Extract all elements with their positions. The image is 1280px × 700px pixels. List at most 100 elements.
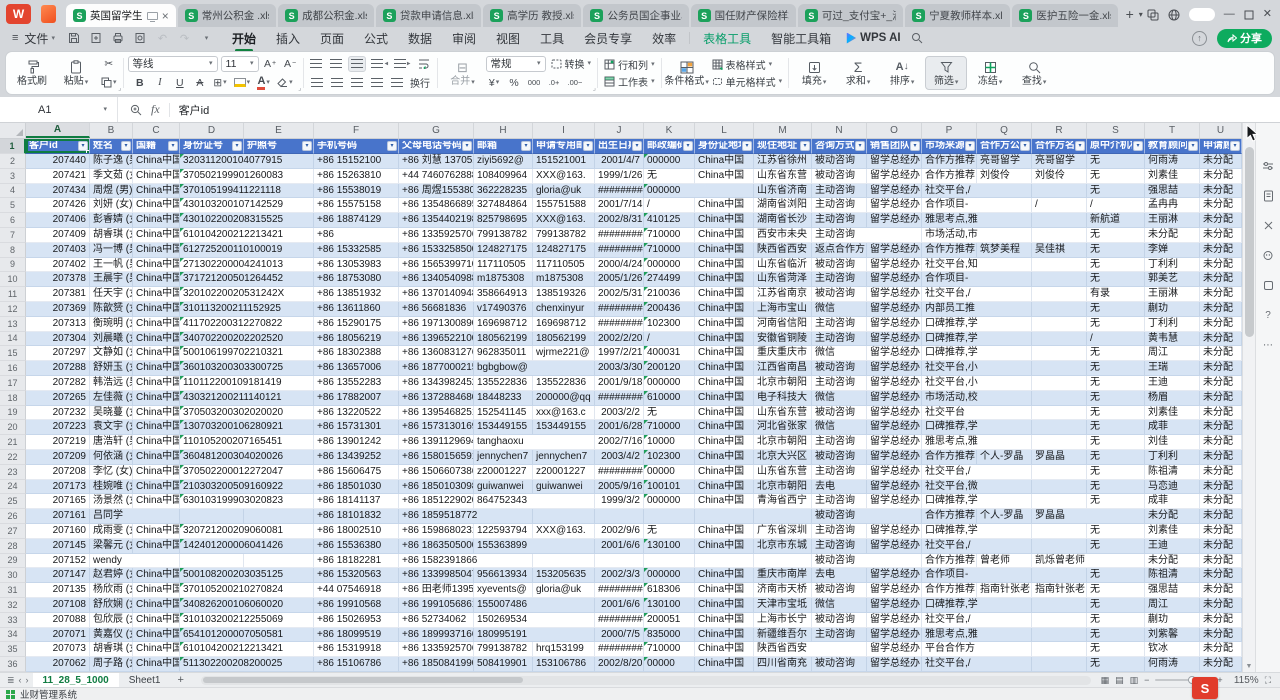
filter-dropdown-icon[interactable]: ▾ [1075, 141, 1085, 151]
decrease-font-icon[interactable]: A− [282, 56, 299, 72]
cell[interactable]: 刘素佳 [1145, 524, 1200, 539]
cell[interactable]: 无 [1087, 317, 1145, 332]
cell[interactable]: z20001227 [533, 465, 595, 480]
cell[interactable]: 未分配 [1200, 583, 1242, 598]
cell[interactable]: 274499 [644, 272, 695, 287]
cell[interactable]: 未分配 [1200, 598, 1242, 613]
cell[interactable]: 主动咨询 [812, 272, 867, 287]
cell[interactable]: 安徽省铜陵 [754, 332, 812, 347]
row-header[interactable]: 8 [0, 243, 26, 258]
cell[interactable]: 未分配 [1200, 554, 1242, 569]
cell[interactable]: 主动咨询 [812, 198, 867, 213]
cell[interactable]: 韩浩远 (男 [90, 376, 133, 391]
cell[interactable]: 口碑推荐,学 [922, 598, 977, 613]
cell[interactable]: 合作项目- [922, 198, 977, 213]
cell[interactable] [644, 509, 695, 524]
cell[interactable]: 200436 [644, 302, 695, 317]
cell[interactable]: 雅思考点,雅 [922, 213, 977, 228]
cell[interactable]: China中国 [695, 568, 754, 583]
cell[interactable]: 2005/9/16 [595, 480, 644, 495]
cell[interactable]: China中国 [695, 243, 754, 258]
cell[interactable]: ######### [595, 302, 644, 317]
page-break-view-icon[interactable]: ▥ [1130, 675, 1139, 686]
cell[interactable] [977, 465, 1032, 480]
cell[interactable]: 个人-罗晶 [977, 509, 1032, 524]
cell[interactable]: 个人-罗晶 [977, 450, 1032, 465]
cell[interactable]: 何雨涛 [1145, 154, 1200, 169]
cell[interactable] [977, 657, 1032, 672]
row-header[interactable]: 7 [0, 228, 26, 243]
file-tab[interactable]: S常州公积金 .xlsx [178, 4, 276, 27]
cell[interactable] [1032, 598, 1087, 613]
cell[interactable]: 合作方推荐 [922, 243, 977, 258]
cell[interactable]: 河南省信阳 [754, 317, 812, 332]
cell[interactable]: 陈子逸 (男 [90, 154, 133, 169]
cell[interactable]: China中国 [133, 213, 180, 228]
zoom-out-icon[interactable]: − [1144, 675, 1149, 685]
cell[interactable]: China中国 [133, 465, 180, 480]
cell[interactable]: 2001/9/18 [595, 376, 644, 391]
cell[interactable]: 王丽淋 [1145, 213, 1200, 228]
cell[interactable]: 留学总经办 [867, 346, 922, 361]
cell[interactable]: +86 18501030 [314, 480, 399, 495]
column-header-Q[interactable]: Q [977, 123, 1032, 138]
cell[interactable]: China中国 [695, 494, 754, 509]
cell[interactable]: 何雨涛 [1145, 657, 1200, 672]
cell[interactable]: 无 [1087, 361, 1145, 376]
row-header[interactable]: 31 [0, 583, 26, 598]
cell[interactable]: 合作方推荐 [922, 450, 977, 465]
cell[interactable]: gloria@uk [533, 583, 595, 598]
cell[interactable]: 天津市宝坻 [754, 598, 812, 613]
column-header-O[interactable]: O [867, 123, 922, 138]
cell[interactable]: China中国 [133, 198, 180, 213]
row-header[interactable]: 34 [0, 628, 26, 643]
cell[interactable]: 未分配 [1145, 509, 1200, 524]
cell[interactable]: 王一帆 (男 [90, 258, 133, 273]
cell[interactable]: XXX@163. [533, 524, 595, 539]
cell[interactable]: 青海省西宁 [754, 494, 812, 509]
cell[interactable]: China中国 [695, 583, 754, 598]
cell[interactable]: +86 56681836 [399, 302, 474, 317]
column-header-G[interactable]: G [399, 123, 474, 138]
cell[interactable]: 江苏省南京 [754, 287, 812, 302]
cell[interactable] [533, 509, 595, 524]
cell[interactable]: 北京市朝阳 [754, 435, 812, 450]
cell[interactable]: 370502199901260083 [180, 169, 244, 184]
cell[interactable]: 2000/7/5 [595, 628, 644, 643]
cell[interactable]: 370503200302020020 [180, 406, 244, 421]
cell[interactable]: 122593794 [474, 524, 533, 539]
filter-dropdown-icon[interactable]: ▾ [683, 141, 693, 151]
cell[interactable]: 桂婉唯 (女 [90, 480, 133, 495]
cell[interactable]: 430103200107142529 [180, 198, 244, 213]
column-header-A[interactable]: A [26, 123, 90, 138]
cell[interactable] [977, 628, 1032, 643]
font-color-button[interactable]: A▾ [255, 75, 272, 91]
filter-dropdown-icon[interactable]: ▾ [1020, 141, 1030, 151]
cell[interactable]: 207232 [26, 406, 90, 421]
cell[interactable] [977, 198, 1032, 213]
cell[interactable]: 社交平台,微 [922, 480, 977, 495]
cell[interactable] [1032, 657, 1087, 672]
cell[interactable]: 胡睿琪 (女 [90, 228, 133, 243]
cell[interactable]: 无 [1087, 391, 1145, 406]
cell[interactable]: 留学总经办 [867, 391, 922, 406]
cell[interactable]: ziyi5692@ [474, 154, 533, 169]
file-tab[interactable]: S医护五险一金.xlsx [1012, 4, 1117, 27]
cell[interactable]: +86 1360831276 [399, 346, 474, 361]
cell[interactable]: 合作项目- [922, 272, 977, 287]
panel-shapes-icon[interactable] [1262, 219, 1275, 232]
cell[interactable]: 未分配 [1200, 317, 1242, 332]
cell[interactable]: 无 [1087, 406, 1145, 421]
cell[interactable]: 被动咨询 [812, 450, 867, 465]
filter-dropdown-icon[interactable]: ▾ [583, 141, 593, 151]
cell[interactable]: 山东省菏泽 [754, 272, 812, 287]
sheet-list-icon[interactable]: ≣ [7, 675, 15, 686]
cell[interactable]: 500108200203035125 [180, 568, 244, 583]
cell[interactable]: 被动咨询 [812, 657, 867, 672]
cell[interactable]: +86 15263810 [314, 169, 399, 184]
cell[interactable]: 合作项目- [922, 568, 977, 583]
cell[interactable] [977, 613, 1032, 628]
cell[interactable]: China中国 [133, 598, 180, 613]
cell[interactable] [244, 509, 314, 524]
filter-dropdown-icon[interactable]: ▾ [232, 141, 242, 151]
